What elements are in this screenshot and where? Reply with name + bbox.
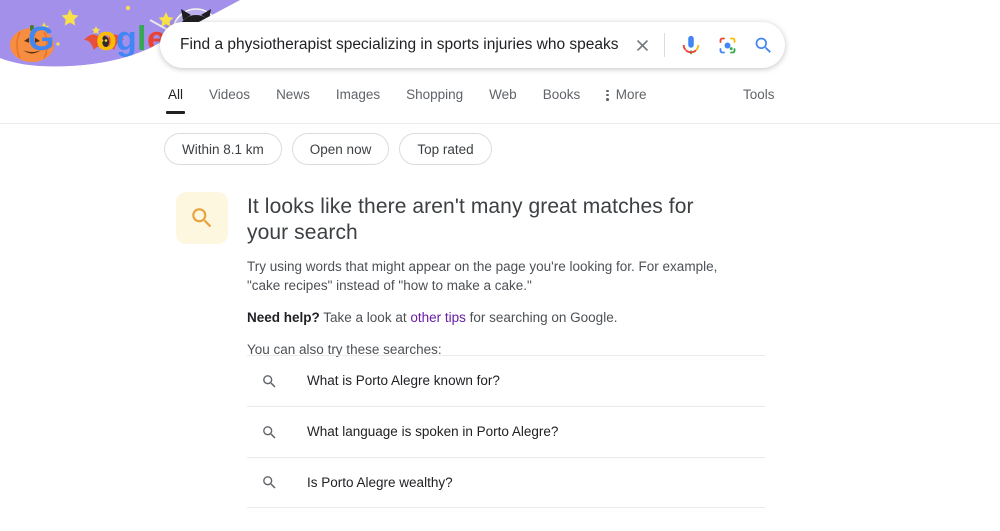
close-icon [636, 39, 648, 51]
help-after-text: for searching on Google. [465, 310, 618, 325]
no-results-tip: Try using words that might appear on the… [247, 259, 718, 293]
tab-images-label: Images [335, 87, 381, 102]
tab-news-label: News [276, 87, 310, 102]
google-lens-icon [719, 37, 735, 53]
tab-web[interactable]: Web [489, 84, 517, 116]
no-results-header: It looks like there aren't many great ma… [176, 192, 776, 246]
tab-videos-label: Videos [209, 87, 251, 102]
more-menu-button[interactable]: More [606, 84, 646, 116]
filter-chips: Within 8.1 km Open now Top rated [164, 133, 492, 165]
no-results-body: Try using words that might appear on the… [247, 257, 737, 359]
search-icon [755, 37, 771, 53]
tab-news[interactable]: News [276, 84, 310, 116]
tab-all[interactable]: All [165, 84, 186, 116]
related-searches-list: What is Porto Alegre known for? What lan… [247, 355, 765, 508]
svg-text:l: l [137, 20, 146, 58]
search-box[interactable]: Find a physiotherapist specializing in s… [160, 22, 785, 68]
svg-text:G: G [28, 20, 54, 58]
microphone-icon [682, 35, 700, 55]
google-lens-button[interactable] [709, 23, 745, 67]
search-divider [664, 33, 665, 57]
search-submit-button[interactable] [745, 23, 781, 67]
svg-text:g: g [116, 20, 137, 58]
help-before-text: Take a look at [319, 310, 411, 325]
chip-top-rated[interactable]: Top rated [399, 133, 492, 165]
tab-web-label: Web [489, 87, 517, 102]
search-icon [259, 473, 279, 493]
clear-search-button[interactable] [624, 23, 660, 67]
no-results-block: It looks like there aren't many great ma… [176, 192, 776, 359]
chip-within-distance[interactable]: Within 8.1 km [164, 133, 282, 165]
list-item-label: What is Porto Alegre known for? [307, 373, 500, 388]
list-item[interactable]: What is Porto Alegre known for? [247, 355, 765, 406]
voice-search-button[interactable] [673, 23, 709, 67]
more-menu-label: More [615, 87, 647, 102]
google-search-results-page: G g l e o Find a physiotherapist special… [0, 0, 1000, 531]
no-results-title: It looks like there aren't many great ma… [247, 195, 694, 244]
nav-tabs: All Videos News Images Shopping Web Book… [165, 84, 1000, 124]
tools-button[interactable]: Tools [743, 84, 775, 106]
search-input[interactable]: Find a physiotherapist specializing in s… [180, 33, 618, 57]
search-icon [259, 422, 279, 442]
search-icon [192, 208, 212, 228]
help-label: Need help? [247, 310, 320, 325]
tab-images[interactable]: Images [336, 84, 380, 116]
search-nav-bar: All Videos News Images Shopping Web Book… [0, 84, 1000, 124]
tab-videos[interactable]: Videos [209, 84, 250, 116]
no-results-help: Need help? Take a look at other tips for… [247, 308, 737, 327]
chip-open-now[interactable]: Open now [291, 133, 390, 165]
tab-books-label: Books [542, 87, 581, 102]
tab-shopping-label: Shopping [406, 87, 464, 102]
list-item[interactable]: Is Porto Alegre wealthy? [247, 457, 765, 508]
list-item-label: Is Porto Alegre wealthy? [307, 474, 453, 490]
tab-shopping[interactable]: Shopping [406, 84, 463, 116]
kebab-menu-icon [606, 89, 609, 101]
svg-text:o: o [96, 20, 117, 58]
no-results-icon-box [176, 192, 228, 244]
tab-all-label: All [168, 87, 184, 102]
search-icon [259, 371, 279, 391]
list-item-label: What language is spoken in Porto Alegre? [307, 424, 559, 439]
list-item[interactable]: What language is spoken in Porto Alegre? [247, 406, 765, 457]
other-tips-link[interactable]: other tips [410, 310, 466, 325]
tab-books[interactable]: Books [543, 84, 581, 116]
